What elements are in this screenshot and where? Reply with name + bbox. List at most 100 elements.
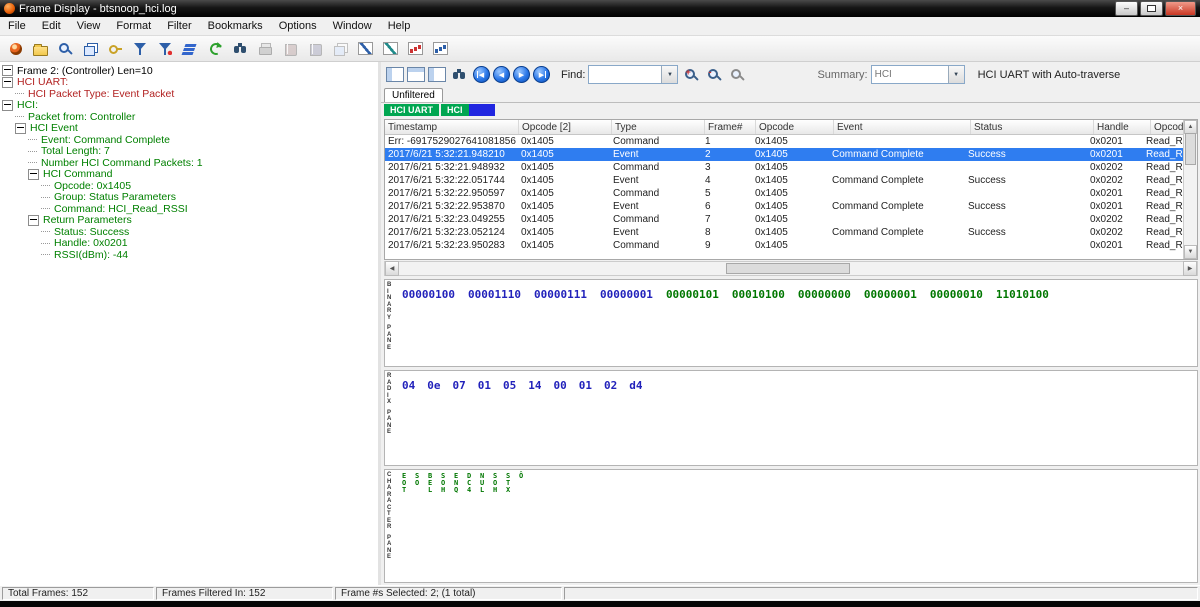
tree-item[interactable]: Group: Status Parameters (0, 191, 378, 203)
vertical-scrollbar[interactable]: ▲ ▼ (1183, 120, 1197, 259)
binoculars-icon[interactable] (230, 39, 251, 58)
menu-item-window[interactable]: Window (325, 19, 380, 33)
tab-hci[interactable]: HCI (441, 104, 495, 116)
binary-pane-label[interactable]: BINARYPANE (385, 280, 398, 366)
table-row[interactable]: 2017/6/21 5:32:22.051744 0x1405 Event 4 0x14… (385, 174, 1197, 187)
three-pane-icon[interactable] (428, 67, 446, 82)
table-row[interactable]: Err: -6917529027641081856 0x1405 Command 1 0… (385, 135, 1197, 148)
tree-item[interactable]: Number HCI Command Packets: 1 (0, 157, 378, 169)
column-header-event[interactable]: Event (834, 120, 971, 134)
scroll-down-icon[interactable]: ▼ (1184, 245, 1197, 259)
close-button[interactable]: × (1165, 1, 1196, 16)
zoom-out-icon[interactable]: - (704, 65, 725, 84)
tree-item[interactable]: Packet from: Controller (0, 111, 378, 123)
table-row[interactable]: 2017/6/21 5:32:23.049255 0x1405 Command 7 0x… (385, 213, 1197, 226)
filter-funnel-plus-icon[interactable] (155, 39, 176, 58)
tree-item[interactable]: Total Length: 7 (0, 145, 378, 157)
tree-item[interactable]: HCI Event (0, 122, 378, 134)
tree-item[interactable]: Handle: 0x0201 (0, 237, 378, 249)
tree-item[interactable]: HCI: (0, 99, 378, 111)
summary-combobox[interactable]: HCI ▼ (870, 65, 965, 84)
filter-funnel-icon[interactable] (130, 39, 151, 58)
table-row[interactable]: 2017/6/21 5:32:21.948210 0x1405 Event 2 0x14… (385, 148, 1197, 161)
zoom-in-icon[interactable]: + (681, 65, 702, 84)
table-row[interactable]: 2017/6/21 5:32:23.052124 0x1405 Event 8 0x14… (385, 226, 1197, 239)
expander-icon[interactable] (15, 122, 26, 134)
scroll-up-icon[interactable]: ▲ (1184, 120, 1197, 134)
table-row[interactable]: 2017/6/21 5:32:22.950597 0x1405 Command 5 0x… (385, 187, 1197, 200)
menu-item-options[interactable]: Options (271, 19, 325, 33)
scroll-left-icon[interactable]: ◀ (385, 261, 399, 276)
magnifier-page-icon[interactable] (55, 39, 76, 58)
single-pane-icon[interactable] (386, 67, 404, 82)
layers-icon[interactable] (180, 39, 201, 58)
column-header-handle[interactable]: Handle (1094, 120, 1151, 134)
find-combobox[interactable]: ▼ (588, 65, 679, 84)
table-row[interactable]: 2017/6/21 5:32:21.948932 0x1405 Command 3 0x… (385, 161, 1197, 174)
menu-item-view[interactable]: View (69, 19, 109, 33)
column-header-type[interactable]: Type (612, 120, 705, 134)
expander-icon[interactable] (2, 65, 13, 77)
menu-item-bookmarks[interactable]: Bookmarks (200, 19, 271, 33)
horizontal-scrollbar[interactable]: ◀ ▶ (384, 261, 1198, 276)
first-frame-button[interactable]: ◀ (473, 66, 490, 83)
find-dropdown-arrow-icon[interactable]: ▼ (661, 66, 678, 83)
vertical-scroll-thumb[interactable] (1185, 133, 1196, 165)
menu-item-edit[interactable]: Edit (34, 19, 69, 33)
overlapping-windows-icon[interactable] (80, 39, 101, 58)
column-header-timestamp[interactable]: Timestamp (385, 120, 519, 134)
key-icon[interactable] (105, 39, 126, 58)
radix-pane-label[interactable]: RADIXPANE (385, 371, 398, 465)
expander-icon[interactable] (28, 168, 39, 180)
summary-dropdown-arrow-icon[interactable]: ▼ (947, 66, 964, 83)
find-frame-icon-shape (453, 68, 466, 81)
tree-item[interactable]: Event: Command Complete (0, 134, 378, 146)
teal-chart-icon[interactable] (380, 39, 401, 58)
two-pane-icon[interactable] (407, 67, 425, 82)
previous-frame-button[interactable]: ◀ (493, 66, 510, 83)
tab-unfiltered[interactable]: Unfiltered (384, 88, 443, 102)
next-frame-button[interactable]: ▶ (513, 66, 530, 83)
column-header-frame-[interactable]: Frame# (705, 120, 756, 134)
find-frame-icon[interactable] (449, 65, 470, 84)
menu-item-format[interactable]: Format (108, 19, 159, 33)
expander-icon[interactable] (2, 76, 13, 88)
refresh-icon[interactable] (205, 39, 226, 58)
horizontal-scroll-thumb[interactable] (726, 263, 850, 274)
expander-icon[interactable] (28, 214, 39, 226)
zoom-reset-icon[interactable] (727, 65, 748, 84)
tree-item[interactable]: Frame 2: (Controller) Len=10 (0, 65, 378, 77)
menu-item-file[interactable]: File (0, 19, 34, 33)
open-folder-icon[interactable] (30, 39, 51, 58)
tree-item[interactable]: Return Parameters (0, 214, 378, 226)
tab-hci-uart[interactable]: HCI UART (384, 104, 439, 116)
blue-bar-chart-icon[interactable] (430, 39, 451, 58)
scroll-right-icon[interactable]: ▶ (1183, 261, 1197, 276)
character-pane-content[interactable]: EOTSOBELSOHENQDC4NULSOHSTXÔ (398, 470, 1197, 582)
tree-item[interactable]: RSSI(dBm): -44 (0, 249, 378, 261)
menu-item-filter[interactable]: Filter (159, 19, 199, 33)
tree-item[interactable]: Status: Success (0, 226, 378, 238)
column-header-status[interactable]: Status (971, 120, 1094, 134)
tree-item[interactable]: Command: HCI_Read_RSSI (0, 203, 378, 215)
binary-pane-content[interactable]: 00000100 00001110 00000111 00000001 00000101… (398, 280, 1197, 366)
line-chart-icon[interactable] (355, 39, 376, 58)
minimize-button[interactable]: – (1115, 1, 1138, 16)
tree-item[interactable]: HCI Command (0, 168, 378, 180)
radix-pane-content[interactable]: 04 0e 07 01 05 14 00 01 02 d4 (398, 371, 1197, 465)
last-frame-button[interactable]: ▶ (533, 66, 550, 83)
column-header-opcode[interactable]: Opcode (756, 120, 834, 134)
expander-icon[interactable] (2, 99, 13, 111)
starburst-icon[interactable] (5, 39, 26, 58)
maximize-button[interactable] (1140, 1, 1163, 16)
character-pane-label[interactable]: CHARACTERPANE (385, 470, 398, 582)
tree-item[interactable]: Opcode: 0x1405 (0, 180, 378, 192)
menu-item-help[interactable]: Help (380, 19, 419, 33)
title-bar[interactable]: Frame Display - btsnoop_hci.log – × (0, 0, 1200, 17)
tree-item[interactable]: HCI UART: (0, 76, 378, 88)
tree-item[interactable]: HCI Packet Type: Event Packet (0, 88, 378, 100)
table-row[interactable]: 2017/6/21 5:32:23.950283 0x1405 Command 9 0x… (385, 239, 1197, 252)
column-header-opcode-2-[interactable]: Opcode [2] (519, 120, 612, 134)
red-bar-chart-icon[interactable] (405, 39, 426, 58)
table-row[interactable]: 2017/6/21 5:32:22.953870 0x1405 Event 6 0x14… (385, 200, 1197, 213)
